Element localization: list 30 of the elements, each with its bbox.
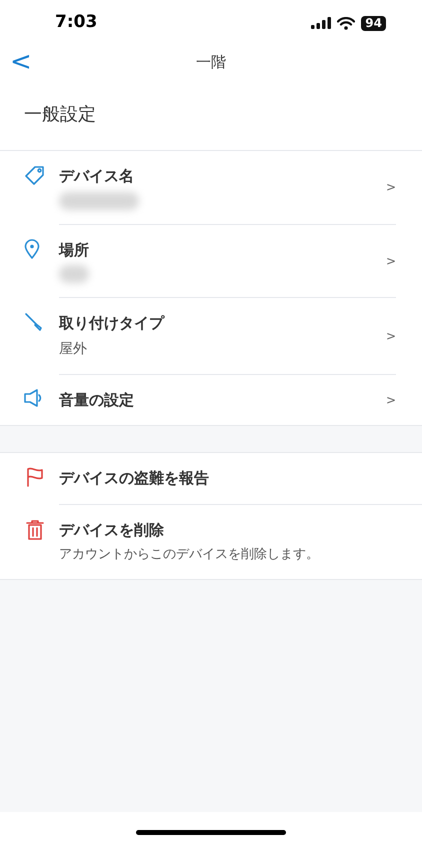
status-time: 7:03 bbox=[55, 11, 98, 34]
tag-icon bbox=[24, 165, 46, 185]
chevron-icon: > bbox=[386, 252, 396, 270]
action-row[interactable]: デバイスの盗難を報告 bbox=[0, 453, 422, 504]
chevron-icon: > bbox=[386, 390, 396, 409]
setting-label: 音量の設定 bbox=[59, 390, 135, 410]
back-button[interactable]: < bbox=[10, 49, 32, 75]
battery-level: 94 bbox=[361, 16, 386, 30]
screwdriver-icon bbox=[24, 312, 44, 332]
flag-icon bbox=[26, 467, 44, 487]
chevron-icon: > bbox=[386, 178, 396, 196]
section-title: 一般設定 bbox=[24, 102, 96, 126]
action-row[interactable]: デバイスを削除 アカウントからこのデバイスを削除します。 bbox=[0, 504, 422, 578]
trash-icon bbox=[26, 518, 44, 540]
chevron-icon: > bbox=[386, 326, 396, 345]
setting-value: 屋外 bbox=[59, 340, 88, 358]
wifi-icon bbox=[337, 16, 356, 30]
action-label: デバイスを削除 bbox=[59, 520, 165, 540]
settings-row[interactable]: 場所 > bbox=[0, 224, 422, 298]
action-description: アカウントからこのデバイスを削除します。 bbox=[59, 546, 320, 564]
settings-row[interactable]: 音量の設定 > bbox=[0, 374, 422, 425]
settings-row[interactable]: 取り付けタイプ 屋外 > bbox=[0, 298, 422, 374]
setting-label: 場所 bbox=[59, 240, 90, 260]
settings-row[interactable]: デバイス名 > bbox=[0, 151, 422, 224]
setting-label: デバイス名 bbox=[59, 166, 135, 187]
action-label: デバイスの盗難を報告 bbox=[59, 468, 210, 489]
setting-label: 取り付けタイプ bbox=[59, 313, 166, 334]
signal-icon bbox=[311, 17, 332, 29]
nav-title: 一階 bbox=[196, 52, 226, 73]
location-pin-icon bbox=[24, 238, 40, 258]
